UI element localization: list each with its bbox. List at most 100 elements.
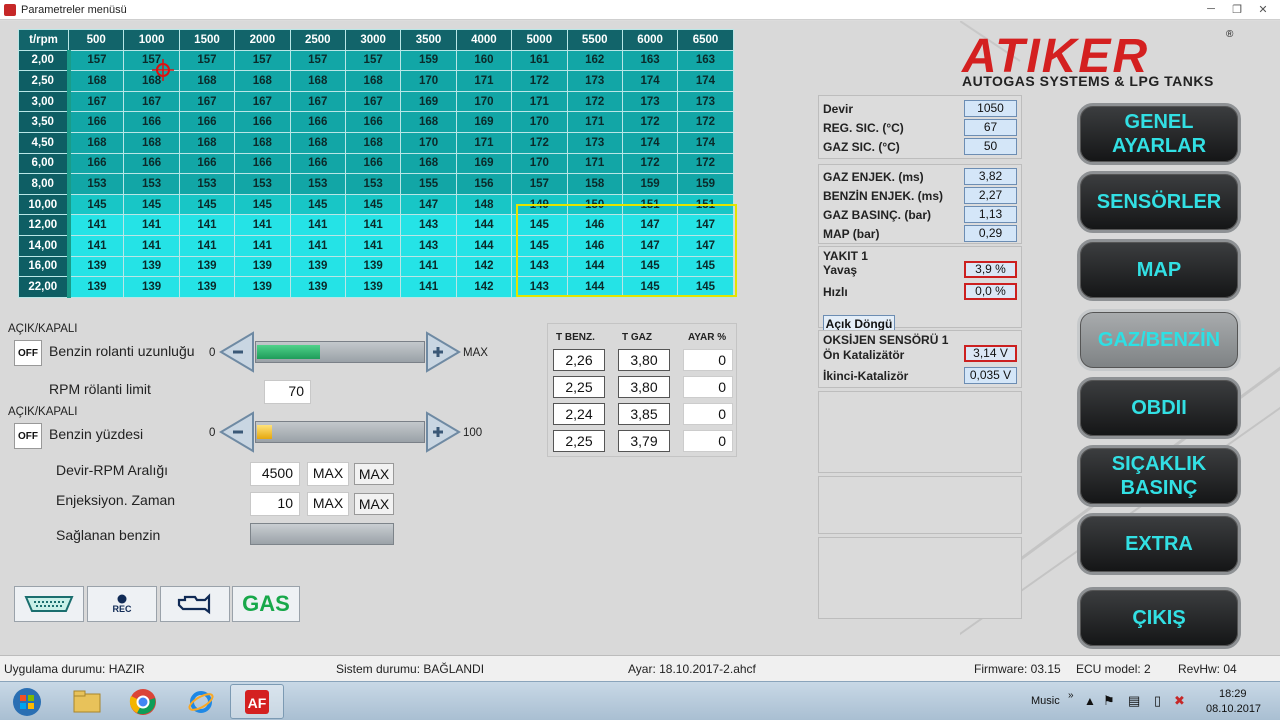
map-cell[interactable]: 143 [400, 214, 457, 236]
map-cell[interactable]: 168 [234, 70, 291, 92]
map-cell[interactable]: 166 [178, 111, 236, 133]
map-cell[interactable]: 141 [123, 234, 180, 257]
map-cell[interactable]: 160 [455, 49, 513, 72]
map-cell[interactable]: 168 [178, 131, 236, 154]
map-cell[interactable]: 145 [677, 255, 734, 278]
map-cell[interactable]: 145 [67, 193, 125, 216]
enj-max-field[interactable]: MAX [307, 492, 349, 516]
map-cell[interactable]: 172 [566, 90, 623, 113]
map-cell[interactable]: 141 [344, 234, 402, 257]
map-cell[interactable]: 174 [677, 70, 734, 92]
map-cell[interactable]: 166 [123, 152, 180, 175]
map-cell[interactable]: 168 [289, 131, 346, 154]
map-cell[interactable]: 139 [123, 255, 180, 278]
map-cell[interactable]: 145 [234, 193, 291, 216]
map-cell[interactable]: 168 [234, 131, 291, 154]
restore-icon[interactable]: ❐ [1224, 0, 1250, 18]
map-cell[interactable]: 163 [677, 49, 734, 72]
map-cell[interactable]: 171 [455, 70, 513, 92]
map-cell[interactable]: 168 [400, 111, 457, 133]
map-cell[interactable]: 168 [400, 152, 457, 175]
map-cell[interactable]: 174 [677, 131, 734, 154]
map-cell[interactable]: 153 [123, 173, 180, 195]
taskbar-ie[interactable] [174, 684, 228, 719]
map-cell[interactable]: 144 [566, 276, 623, 298]
map-cell[interactable]: 166 [234, 152, 291, 175]
slider2-increase-icon[interactable] [425, 411, 461, 453]
devir-max-field[interactable]: MAX [307, 462, 349, 486]
map-cell[interactable]: 166 [67, 111, 125, 133]
map-cell[interactable]: 172 [621, 111, 679, 133]
sensorler-button[interactable]: SENSÖRLER [1077, 171, 1241, 233]
map-cell[interactable]: 141 [289, 234, 346, 257]
map-cell[interactable]: 162 [566, 49, 623, 72]
map-cell[interactable]: 139 [123, 276, 180, 298]
slider1-decrease-icon[interactable] [219, 331, 255, 373]
map-cell[interactable]: 139 [234, 255, 291, 278]
map-cell[interactable]: 145 [621, 276, 679, 298]
sicaklik-basinc-button[interactable]: SIÇAKLIK BASINÇ [1077, 445, 1241, 507]
map-cell[interactable]: 143 [400, 234, 457, 257]
map-cell[interactable]: 163 [621, 49, 679, 72]
taskbar-explorer[interactable] [60, 684, 114, 719]
map-cell[interactable]: 143 [511, 255, 568, 278]
map-cell[interactable]: 173 [566, 70, 623, 92]
map-cell[interactable]: 141 [67, 214, 125, 236]
show-hidden-icon[interactable]: ▲ [1084, 694, 1096, 708]
map-cell[interactable]: 167 [67, 90, 125, 113]
ayar-input[interactable]: 0 [683, 376, 733, 398]
map-cell[interactable]: 166 [178, 152, 236, 175]
map-cell[interactable]: 174 [621, 70, 679, 92]
minimize-icon[interactable]: ─ [1198, 0, 1224, 18]
connector-button[interactable] [14, 586, 84, 622]
map-cell[interactable]: 170 [400, 70, 457, 92]
map-cell[interactable]: 170 [455, 90, 513, 113]
map-cell[interactable]: 142 [455, 276, 513, 298]
map-cell[interactable]: 168 [123, 131, 180, 154]
map-cell[interactable]: 139 [67, 255, 125, 278]
map-cell[interactable]: 170 [511, 152, 568, 175]
map-cell[interactable]: 141 [289, 214, 346, 236]
start-button[interactable] [0, 684, 54, 719]
map-cell[interactable]: 171 [455, 131, 513, 154]
rpm-limit-input[interactable]: 70 [264, 380, 311, 404]
map-cell[interactable]: 166 [289, 152, 346, 175]
map-cell[interactable]: 166 [67, 152, 125, 175]
map-cell[interactable]: 157 [178, 49, 236, 72]
map-cell[interactable]: 147 [621, 234, 679, 257]
volume-muted-icon[interactable]: ✖ [1174, 693, 1185, 709]
map-cell[interactable]: 145 [621, 255, 679, 278]
map-cell[interactable]: 171 [566, 152, 623, 175]
map-cell[interactable]: 166 [344, 111, 402, 133]
map-cell[interactable]: 142 [455, 255, 513, 278]
map-cell[interactable]: 145 [511, 214, 568, 236]
map-cell[interactable]: 150 [566, 193, 623, 216]
map-cell[interactable]: 166 [344, 152, 402, 175]
map-cell[interactable]: 145 [178, 193, 236, 216]
devir-rpm-input[interactable]: 4500 [250, 462, 300, 486]
map-cell[interactable]: 169 [400, 90, 457, 113]
map-cell[interactable]: 141 [400, 276, 457, 298]
obdii-button[interactable]: OBDII [1077, 377, 1241, 439]
map-cell[interactable]: 159 [400, 49, 457, 72]
network-icon[interactable]: ▤ [1128, 693, 1140, 709]
map-cell[interactable]: 144 [455, 214, 513, 236]
map-cell[interactable]: 146 [566, 214, 623, 236]
map-cell[interactable]: 167 [289, 90, 346, 113]
map-cell[interactable]: 141 [178, 214, 236, 236]
map-cell[interactable]: 170 [511, 111, 568, 133]
map-cell[interactable]: 147 [677, 234, 734, 257]
map-cell[interactable]: 139 [289, 255, 346, 278]
map-cell[interactable]: 173 [677, 90, 734, 113]
map-cell[interactable]: 157 [234, 49, 291, 72]
map-cell[interactable]: 141 [178, 234, 236, 257]
battery-icon[interactable]: ▯ [1154, 693, 1161, 709]
gas-button[interactable]: GAS [232, 586, 300, 622]
map-cell[interactable]: 144 [455, 234, 513, 257]
taskbar-chrome[interactable] [116, 684, 170, 719]
map-cell[interactable]: 139 [234, 276, 291, 298]
map-cell[interactable]: 157 [289, 49, 346, 72]
rolanti-slider[interactable] [219, 331, 461, 373]
map-cell[interactable]: 172 [677, 152, 734, 175]
genel-ayarlar-button[interactable]: GENEL AYARLAR [1077, 103, 1241, 165]
